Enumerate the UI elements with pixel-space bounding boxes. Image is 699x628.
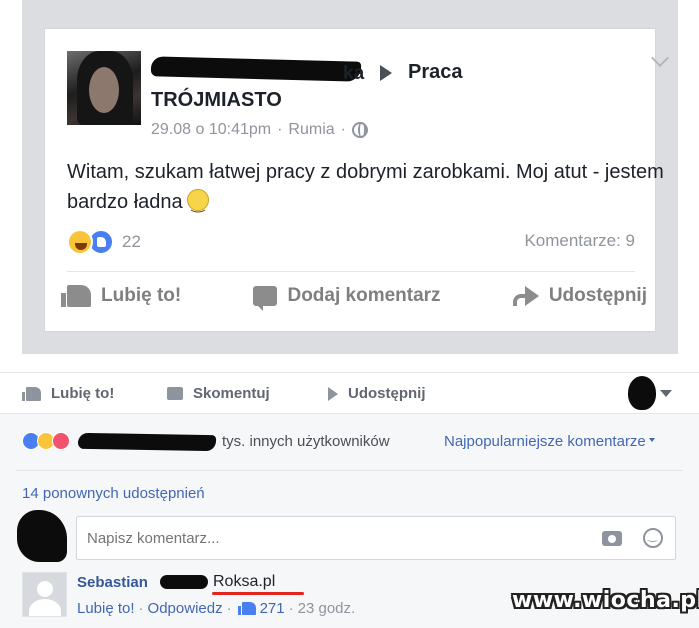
post-location[interactable]: Rumia [288, 121, 334, 139]
smile-emoji-icon [186, 189, 209, 220]
post-comment-button[interactable]: Dodaj komentarz [253, 285, 441, 311]
sort-label: Najpopularniejsze komentarze [444, 433, 646, 450]
reactors-redaction [77, 432, 217, 452]
account-avatar[interactable] [628, 376, 656, 410]
shared-post-card: ka Praca TRÓJMIASTO 29.08 o 10:41pm · Ru… [44, 28, 669, 332]
chevron-down-icon[interactable] [651, 49, 669, 67]
screenshot-root: ka Praca TRÓJMIASTO 29.08 o 10:41pm · Ru… [0, 0, 699, 628]
group-name-link[interactable]: TRÓJMIASTO [151, 89, 282, 112]
author-name-suffix[interactable]: ka [343, 63, 364, 85]
haha-reaction-icon [67, 229, 93, 255]
comment-like-link[interactable]: Lubię to! [77, 600, 135, 617]
post-like-button[interactable]: Lubię to! [61, 285, 182, 307]
comment-icon [167, 387, 183, 400]
meta-separator: · [138, 600, 144, 617]
post-timestamp[interactable]: 29.08 o 10:41pm [151, 121, 271, 139]
love-reaction-icon [52, 432, 70, 450]
post-action-bar: Lubię to! Dodaj komentarz Udostępnij [61, 285, 647, 311]
comment-button[interactable]: Skomentuj [167, 385, 270, 402]
post-meta: 29.08 o 10:41pm · Rumia · [151, 121, 368, 139]
post-reactions[interactable]: 22 [67, 229, 141, 255]
share-button[interactable]: Udostępnij [322, 385, 426, 402]
share-arrow-icon [512, 286, 539, 306]
author-name-redaction [150, 56, 362, 82]
caret-down-icon [648, 438, 655, 442]
reactions-summary-icons[interactable] [22, 432, 70, 450]
divider [67, 271, 635, 272]
globe-icon [351, 122, 368, 138]
comment-icon [253, 286, 278, 311]
meta-separator: · [277, 121, 283, 138]
reaction-count[interactable]: 22 [122, 232, 141, 252]
thumbs-up-icon [22, 386, 41, 401]
comment-input[interactable] [76, 516, 676, 560]
comment-meta: Lubię to! · Odpowiedz · 271 · 23 godz. [77, 600, 355, 617]
comment-likes-count[interactable]: 271 [260, 600, 285, 617]
reactors-others-text[interactable]: tys. innych użytkowników [222, 433, 390, 450]
post-text-block: Witam, szukam łatwej pracy z dobrymi zar… [67, 157, 667, 220]
like-button[interactable]: Lubię to! [22, 385, 114, 402]
author-avatar[interactable] [67, 51, 141, 125]
comment-text: Roksa.pl [213, 573, 276, 590]
commenter-surname-redaction [160, 575, 208, 589]
comment-reply-link[interactable]: Odpowiedz [148, 600, 223, 617]
camera-icon[interactable] [602, 531, 622, 546]
comment-label: Skomentuj [193, 385, 270, 402]
highlight-underline [212, 592, 304, 595]
post-like-label: Lubię to! [101, 285, 182, 306]
meta-separator-3: · [288, 600, 294, 617]
thumbs-up-icon [237, 602, 256, 615]
comment-sort-dropdown[interactable]: Najpopularniejsze komentarze [444, 433, 655, 450]
divider [16, 470, 683, 471]
thumbs-up-icon [61, 285, 91, 307]
emoji-icon[interactable] [643, 528, 663, 548]
comments-count[interactable]: Komentarze: 9 [524, 231, 635, 251]
share-arrow-icon [328, 386, 338, 401]
shared-post-frame: ka Praca TRÓJMIASTO 29.08 o 10:41pm · Ru… [22, 0, 678, 354]
like-label: Lubię to! [51, 385, 115, 402]
outer-action-bar: Lubię to! Skomentuj Udostępnij [0, 372, 699, 414]
comment-time[interactable]: 23 godz. [298, 600, 356, 617]
commenter-avatar[interactable] [22, 572, 67, 617]
post-text: Witam, szukam łatwej pracy z dobrymi zar… [67, 161, 664, 213]
post-share-label: Udostępnij [548, 285, 647, 306]
arrow-right-icon [380, 65, 392, 81]
watermark: www.wiocha.pl [512, 588, 699, 613]
caret-down-icon[interactable] [660, 390, 672, 397]
destination-group-link[interactable]: Praca [408, 61, 463, 84]
meta-separator-2: · [340, 121, 346, 138]
share-label: Udostępnij [348, 385, 426, 402]
post-share-button[interactable]: Udostępnij [512, 285, 647, 307]
post-comment-label: Dodaj komentarz [287, 285, 441, 306]
shares-count-link[interactable]: 14 ponownych udostępnień [22, 485, 205, 502]
meta-separator-2: · [226, 600, 232, 617]
commenter-name[interactable]: Sebastian [77, 574, 148, 591]
